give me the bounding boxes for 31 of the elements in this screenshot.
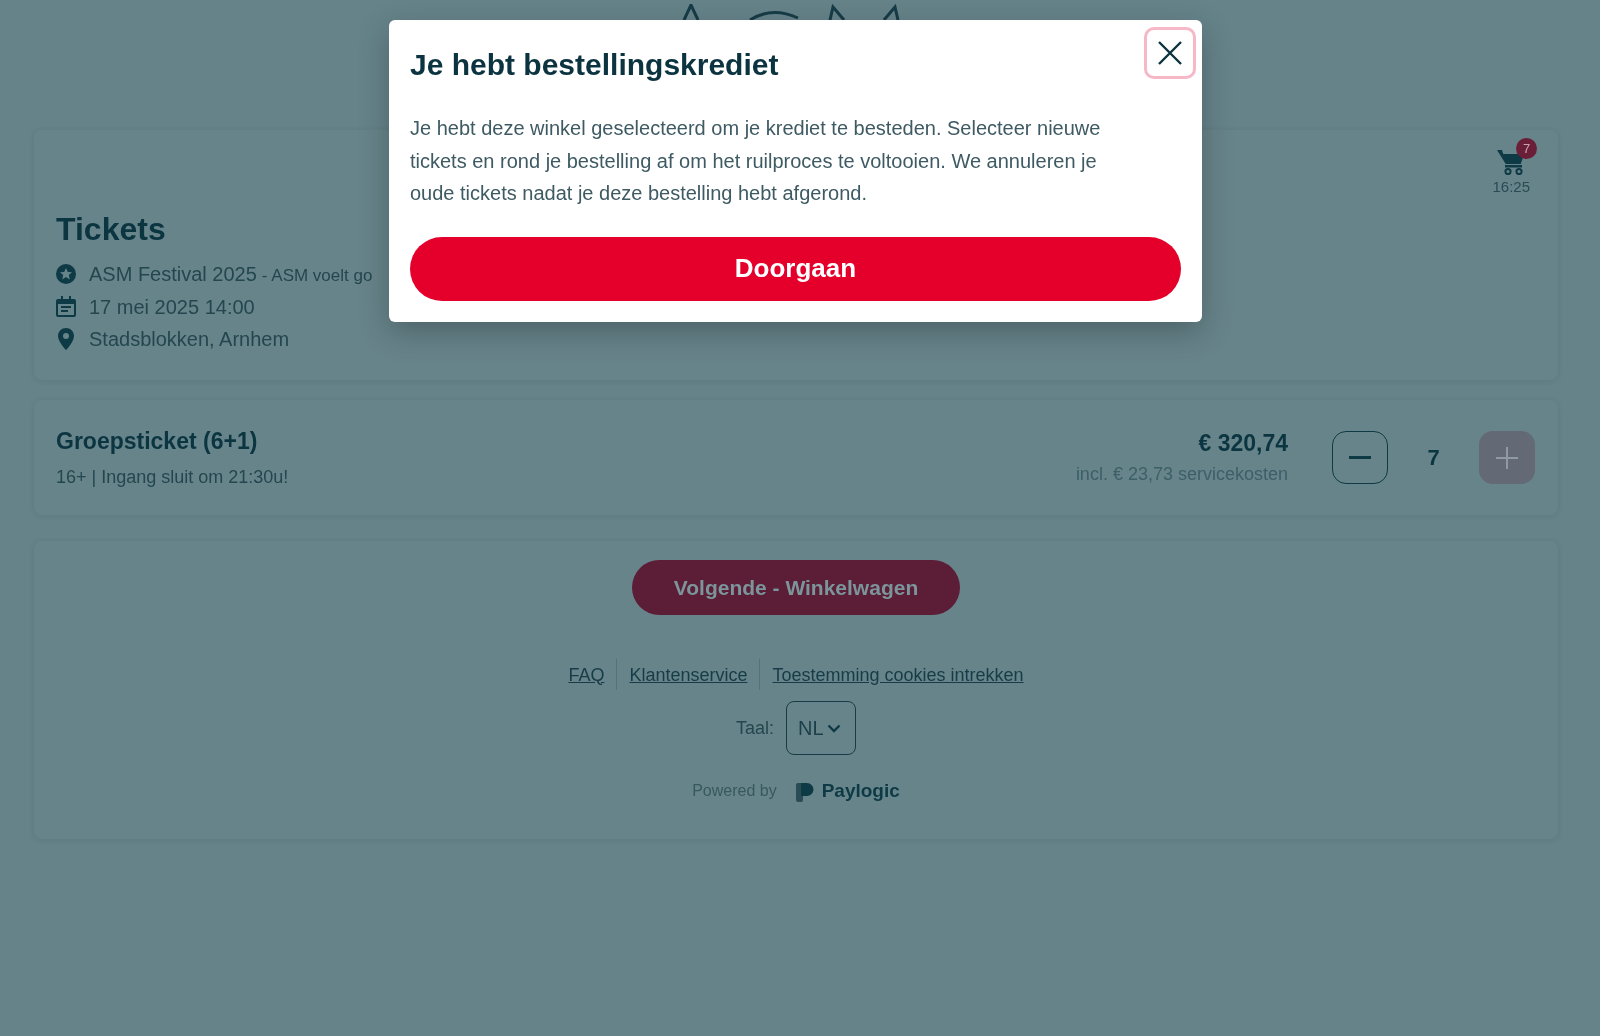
cart-timer: 16:25: [1492, 177, 1530, 197]
dialog-message: Je hebt deze winkel geselecteerd om je krediet te besteden. Selecteer nieuwe tickets en rond je bestelling af om het ruilproces te voltooien. We annuleren je oude tickets nadat je deze bestelling hebt afgerond.: [410, 116, 1102, 206]
footer-link[interactable]: Klantenservice: [629, 662, 748, 687]
language-label: Taal:: [736, 716, 774, 740]
brand-name: Paylogic: [821, 779, 900, 803]
minus-icon: [1349, 456, 1371, 459]
calendar-icon: [56, 296, 76, 318]
event-name: ASM Festival 2025: [89, 262, 257, 288]
continue-button[interactable]: Doorgaan: [410, 236, 1181, 301]
plus-icon: [1496, 446, 1518, 469]
ticket-name: Groepsticket (6+1): [56, 426, 258, 455]
close-button[interactable]: [1144, 27, 1196, 79]
next-cart-button[interactable]: Volgende - Winkelwagen: [632, 560, 960, 615]
event-date: 17 mei 2025 14:00: [89, 294, 255, 320]
dialog-title: Je hebt bestellingskrediet: [410, 47, 779, 83]
ticket-price: € 320,74: [1198, 429, 1288, 457]
star-circle-icon: [56, 264, 76, 285]
event-subtitle: - ASM voelt go: [261, 265, 373, 288]
decrease-button[interactable]: [1332, 431, 1388, 484]
map-pin-icon: [58, 328, 74, 351]
chevron-down-icon: [826, 723, 841, 733]
close-icon: [1158, 41, 1182, 65]
footer-link[interactable]: Toestemming cookies intrekken: [772, 662, 1024, 687]
brand-logo-icon: [795, 780, 815, 802]
ticket-description: 16+ | Ingang sluit om 21:30u!: [56, 465, 289, 489]
event-location: Stadsblokken, Arnhem: [89, 327, 290, 353]
footer-link[interactable]: FAQ: [568, 662, 605, 687]
section-heading: Tickets: [56, 210, 166, 249]
language-select[interactable]: NL: [786, 701, 856, 755]
cart-count-badge: 7: [1516, 138, 1538, 159]
quantity-value: 7: [1426, 444, 1441, 472]
